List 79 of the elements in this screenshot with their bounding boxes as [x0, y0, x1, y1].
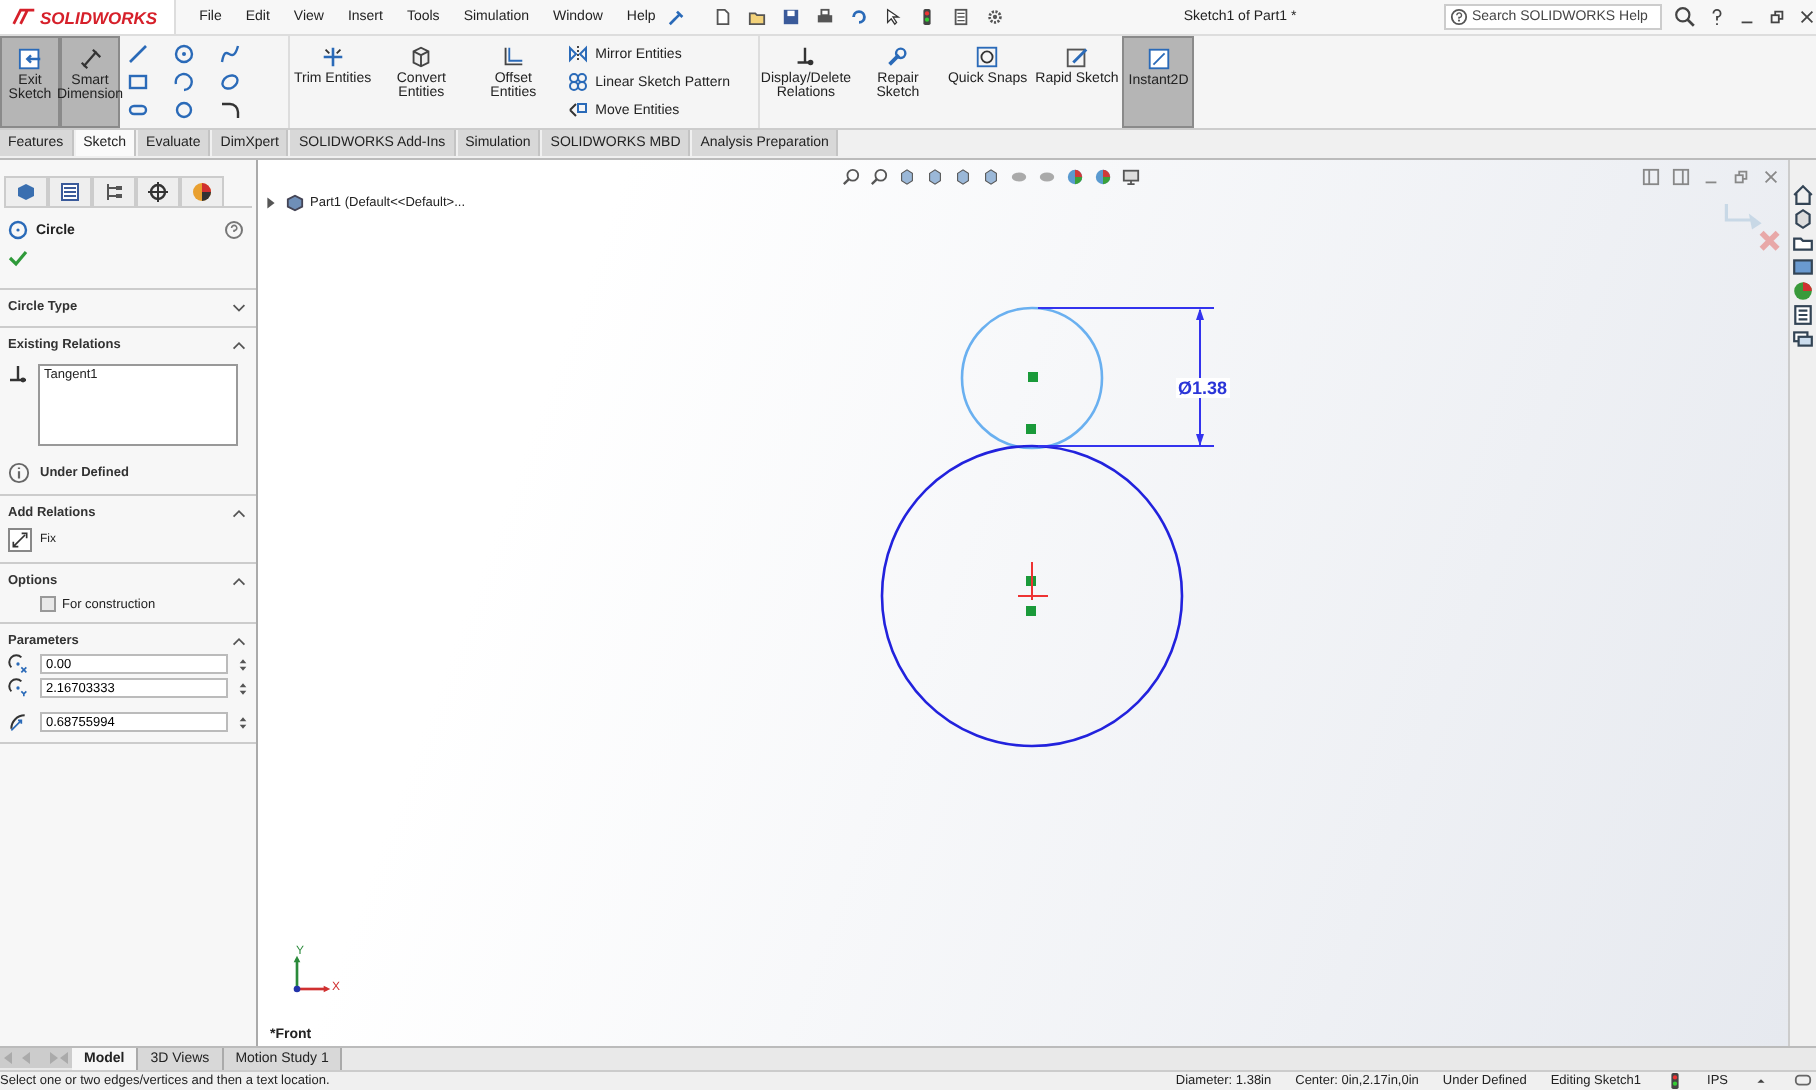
- folder-icon[interactable]: [1792, 232, 1814, 254]
- circle-icon[interactable]: [174, 44, 194, 64]
- configuration-icon[interactable]: [92, 176, 136, 206]
- arc-icon[interactable]: [174, 72, 194, 92]
- polygon-icon[interactable]: [174, 100, 194, 120]
- logo-icon: [12, 8, 36, 26]
- search-icon[interactable]: [1674, 6, 1696, 28]
- part-icon: [286, 194, 304, 212]
- chevron-icon[interactable]: [230, 572, 248, 590]
- line-icon[interactable]: [128, 44, 148, 64]
- relations-icon: [792, 44, 819, 70]
- traffic-light-icon[interactable]: [917, 8, 936, 26]
- save-icon[interactable]: [781, 8, 800, 26]
- rectangle-icon[interactable]: [128, 72, 148, 92]
- spinner-icon[interactable]: [238, 679, 248, 697]
- snap-icon: [974, 44, 1001, 70]
- expand-arrow-icon[interactable]: [262, 194, 280, 212]
- help-icon: [1450, 8, 1468, 26]
- wrench-icon: [884, 44, 911, 70]
- crosshair-icon[interactable]: [136, 176, 180, 206]
- instant-dimension-icon: [1145, 46, 1172, 72]
- axis-triad-drawing: [292, 952, 332, 996]
- zoom-fit-icon[interactable]: [842, 168, 860, 186]
- fix-icon: [10, 530, 30, 550]
- exit-sketch-icon: [17, 46, 43, 72]
- property-list-icon[interactable]: [48, 176, 92, 206]
- feature-tree-icon[interactable]: [4, 176, 48, 206]
- print-icon[interactable]: [815, 8, 834, 26]
- ellipse-icon[interactable]: [220, 72, 240, 92]
- cube-icon: [408, 44, 435, 70]
- color-wheel-icon[interactable]: [1792, 280, 1814, 302]
- cube-icon[interactable]: [1792, 208, 1814, 230]
- app-logo[interactable]: SOLIDWORKS: [0, 0, 176, 34]
- tangent-icon: [8, 364, 28, 384]
- move-icon: [567, 100, 588, 120]
- trim-icon: [319, 44, 346, 70]
- help-icon[interactable]: [224, 220, 244, 240]
- pencil-icon: [1063, 44, 1090, 70]
- monitor-icon[interactable]: [1122, 168, 1140, 186]
- undo-icon[interactable]: [849, 8, 868, 26]
- chevron-icon[interactable]: [230, 504, 248, 522]
- center-x-icon: [8, 654, 28, 674]
- spline-icon[interactable]: [220, 44, 240, 64]
- spinner-icon[interactable]: [238, 713, 248, 731]
- mirror-icon: [567, 44, 588, 64]
- new-document-icon[interactable]: [713, 8, 732, 26]
- cursor-icon[interactable]: [883, 8, 902, 26]
- settings-icon[interactable]: [985, 8, 1004, 26]
- question-mark-icon[interactable]: [1708, 8, 1726, 26]
- pin-icon[interactable]: [667, 8, 686, 26]
- diameter-dimension[interactable]: Ø1.38: [1176, 378, 1230, 398]
- image-icon[interactable]: [1792, 256, 1814, 278]
- chevron-icon[interactable]: [230, 336, 248, 354]
- logo-text: SOLIDWORKS: [40, 7, 158, 27]
- appearance-icon[interactable]: [180, 176, 224, 206]
- pattern-icon: [567, 72, 588, 92]
- center-y-icon: [8, 678, 28, 698]
- restore-icon[interactable]: [1768, 8, 1786, 26]
- zoom-area-icon[interactable]: [870, 168, 888, 186]
- fillet-icon[interactable]: [220, 100, 240, 120]
- checkmark-icon[interactable]: [8, 248, 28, 268]
- dimension-icon: [77, 46, 103, 72]
- panel-left-icon[interactable]: [1642, 168, 1660, 186]
- fix-button[interactable]: [8, 528, 32, 552]
- info-icon: [8, 462, 30, 484]
- close-icon[interactable]: [1798, 8, 1816, 26]
- panel-right-icon[interactable]: [1672, 168, 1690, 186]
- offset-icon: [500, 44, 527, 70]
- list-icon[interactable]: [1792, 304, 1814, 326]
- file-properties-icon[interactable]: [951, 8, 970, 26]
- slot-icon[interactable]: [128, 100, 148, 120]
- checkbox[interactable]: [40, 596, 56, 612]
- circle-icon: [8, 220, 28, 240]
- spinner-icon[interactable]: [238, 655, 248, 673]
- rebuild-status-icon[interactable]: [1665, 1072, 1684, 1090]
- home-icon[interactable]: [1792, 184, 1814, 206]
- radius-icon: [8, 712, 28, 732]
- open-folder-icon[interactable]: [747, 8, 766, 26]
- chevron-icon[interactable]: [230, 632, 248, 650]
